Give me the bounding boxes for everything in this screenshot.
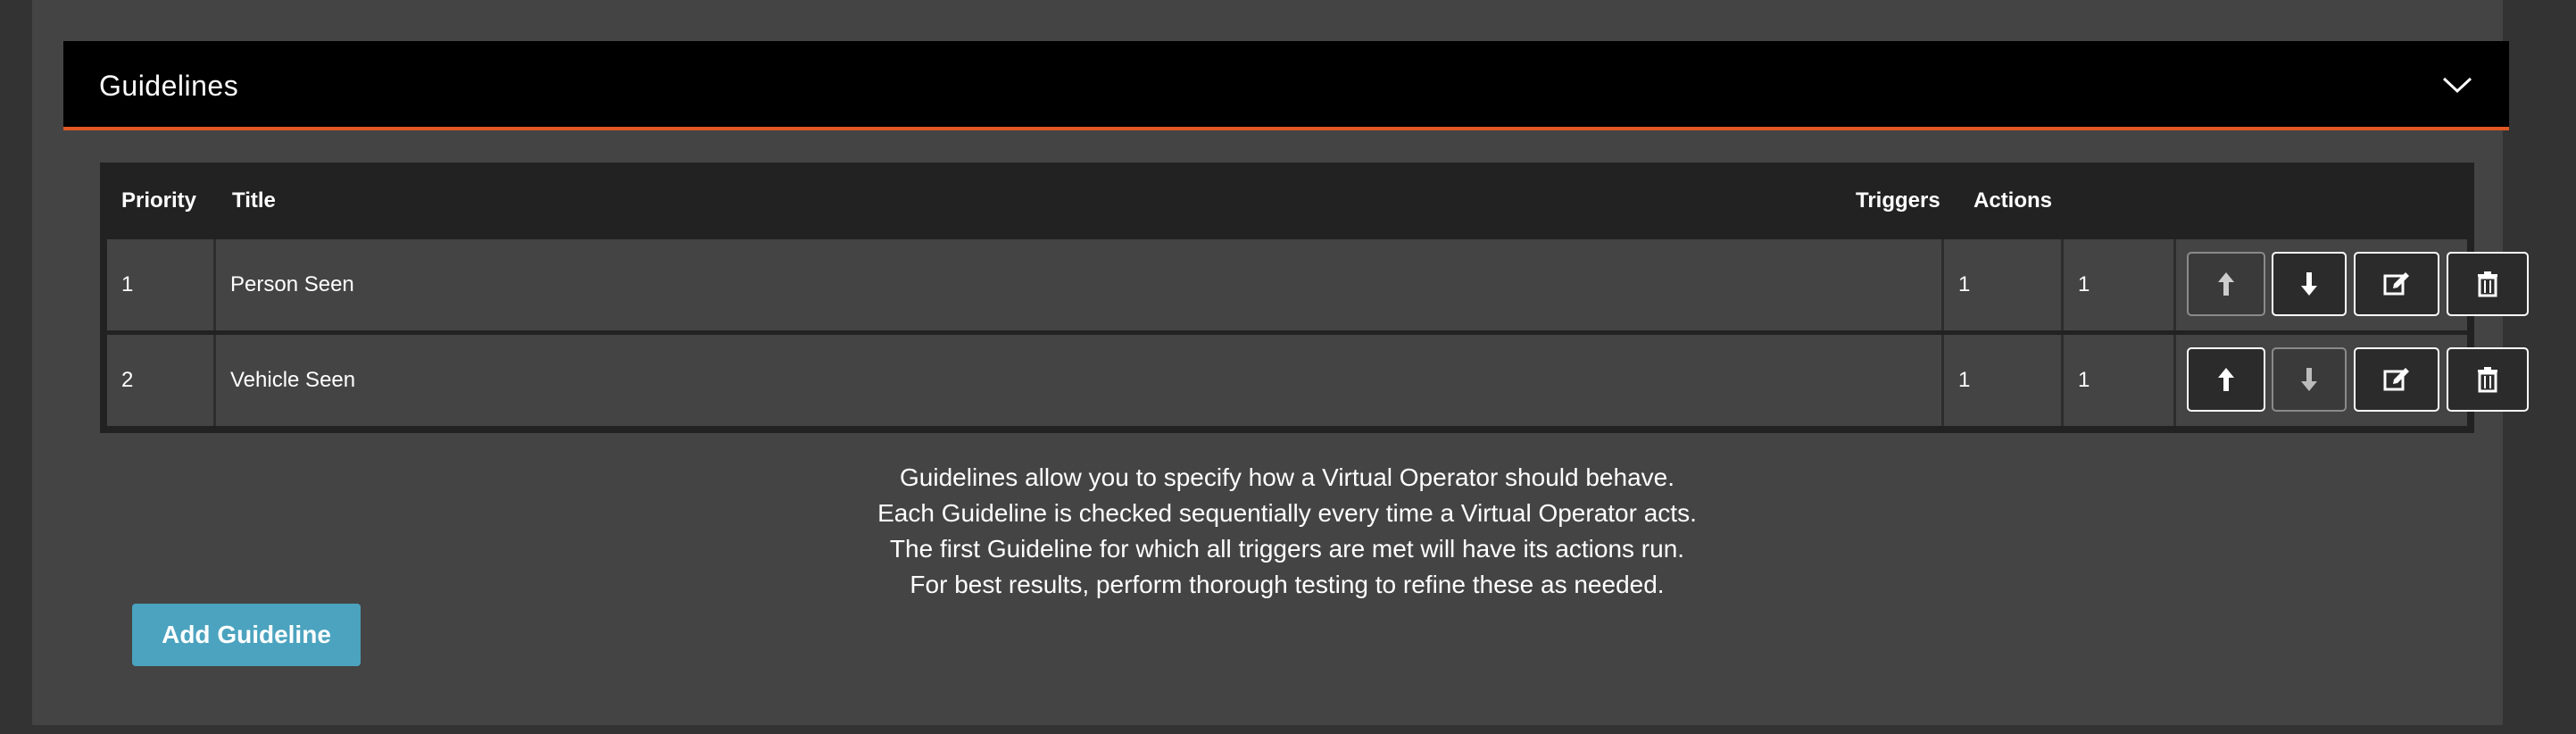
- edit-button[interactable]: [2354, 347, 2439, 412]
- edit-icon: [2383, 272, 2409, 296]
- arrow-up-icon: [2218, 272, 2234, 296]
- description-line: Each Guideline is checked sequentially e…: [877, 499, 1697, 527]
- table-header: Priority Title Triggers Actions: [100, 163, 2474, 239]
- table-row: 1 Person Seen 1 1: [107, 239, 2529, 330]
- priority-value: 2: [121, 368, 134, 392]
- title-value: Vehicle Seen: [230, 368, 356, 392]
- title-value: Person Seen: [230, 272, 354, 296]
- cell-actions: 1: [2064, 335, 2176, 426]
- actions-value: 1: [2078, 368, 2090, 392]
- move-down-button[interactable]: [2272, 252, 2347, 316]
- actions-value: 1: [2078, 272, 2090, 296]
- edit-icon: [2383, 368, 2409, 391]
- cell-actions: 1: [2064, 239, 2176, 330]
- add-guideline-button[interactable]: Add Guideline: [132, 604, 361, 666]
- move-up-button[interactable]: [2187, 347, 2265, 412]
- cell-priority: 2: [107, 335, 216, 426]
- delete-button[interactable]: [2447, 252, 2529, 316]
- move-down-button[interactable]: [2272, 347, 2347, 412]
- description-line: For best results, perform thorough testi…: [910, 571, 1665, 598]
- trash-icon: [2478, 367, 2497, 393]
- cell-priority: 1: [107, 239, 216, 330]
- edit-button[interactable]: [2354, 252, 2439, 316]
- header-triggers: Triggers: [1856, 188, 1940, 213]
- header-actions: Actions: [1974, 188, 2053, 213]
- cell-title: Vehicle Seen: [216, 335, 1944, 426]
- arrow-down-icon: [2301, 368, 2317, 391]
- cell-triggers: 1: [1944, 239, 2064, 330]
- description-line: Guidelines allow you to specify how a Vi…: [900, 463, 1674, 491]
- table-row: 2 Vehicle Seen 1 1: [107, 335, 2529, 426]
- header-title: Title: [232, 188, 276, 213]
- delete-button[interactable]: [2447, 347, 2529, 412]
- cell-triggers: 1: [1944, 335, 2064, 426]
- triggers-value: 1: [1958, 272, 1971, 296]
- guidelines-panel-header[interactable]: Guidelines: [63, 41, 2509, 130]
- trash-icon: [2478, 271, 2497, 297]
- panel-title: Guidelines: [99, 70, 239, 102]
- priority-value: 1: [121, 272, 134, 296]
- header-priority: Priority: [121, 188, 197, 213]
- move-up-button[interactable]: [2187, 252, 2265, 316]
- description-line: The first Guideline for which all trigge…: [889, 535, 1685, 563]
- arrow-up-icon: [2218, 368, 2234, 391]
- guidelines-container: Guidelines Priority Title Triggers Actio…: [32, 0, 2529, 725]
- cell-title: Person Seen: [216, 239, 1944, 330]
- triggers-value: 1: [1958, 368, 1971, 392]
- chevron-down-icon[interactable]: [2441, 71, 2473, 98]
- arrow-down-icon: [2301, 272, 2317, 296]
- guidelines-description: Guidelines allow you to specify how a Vi…: [100, 460, 2474, 603]
- guidelines-table: Priority Title Triggers Actions 1 Person…: [100, 163, 2529, 433]
